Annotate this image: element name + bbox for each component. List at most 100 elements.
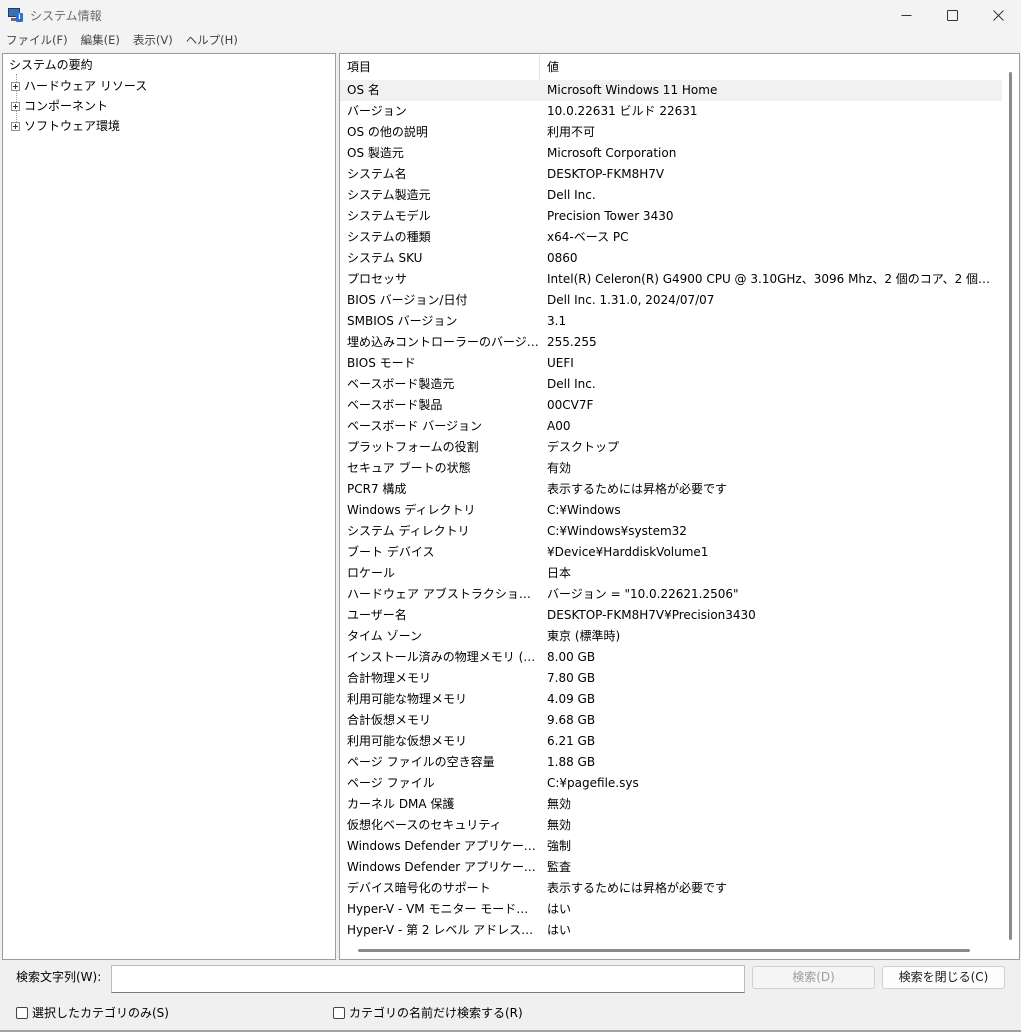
row-value: デスクトップ (547, 440, 620, 454)
row-value: 有効 (547, 461, 572, 475)
menu-file[interactable]: ファイル(F) (2, 31, 72, 49)
row-item: ページ ファイルの空き容量 (347, 755, 495, 769)
table-row[interactable]: 合計物理メモリ 7.80 GB (340, 668, 1002, 689)
expand-icon[interactable] (11, 101, 20, 111)
table-row[interactable]: ブート デバイス ¥Device¥HarddiskVolume1 (340, 542, 1002, 563)
expand-icon[interactable] (11, 121, 20, 131)
table-row[interactable]: カーネル DMA 保護 無効 (340, 794, 1002, 815)
row-value: Microsoft Windows 11 Home (547, 83, 718, 97)
scrollbar-thumb[interactable] (1009, 72, 1012, 940)
table-row[interactable]: Hyper-V - 第 2 レベル アドレス変... はい (340, 920, 1002, 941)
selected-category-only-checkbox[interactable] (16, 1006, 28, 1019)
menu-view[interactable]: 表示(V) (129, 31, 177, 49)
row-value: 1.88 GB (547, 755, 596, 769)
table-row[interactable]: ユーザー名 DESKTOP-FKM8H7V¥Precision3430 (340, 605, 1002, 626)
table-row[interactable]: セキュア ブートの状態 有効 (340, 458, 1002, 479)
table-row[interactable]: 埋め込みコントローラーのバージョン 255.255 (340, 332, 1002, 353)
table-row[interactable]: Hyper-V - VM モニター モード拡張... はい (340, 899, 1002, 920)
table-row[interactable]: ベースボード製品 00CV7F (340, 395, 1002, 416)
table-row[interactable]: プラットフォームの役割 デスクトップ (340, 437, 1002, 458)
minimize-button[interactable] (883, 0, 929, 30)
table-row[interactable]: バージョン 10.0.22631 ビルド 22631 (340, 101, 1002, 122)
row-item: インストール済みの物理メモリ (RAM) (347, 650, 540, 664)
row-item: Windows Defender アプリケーショ... (347, 860, 540, 874)
horizontal-scrollbar[interactable] (340, 942, 1003, 959)
table-row[interactable]: Windows Defender アプリケーショ... 監査 (340, 857, 1002, 878)
table-row[interactable]: システム名 DESKTOP-FKM8H7V (340, 164, 1002, 185)
row-value: 255.255 (547, 335, 597, 349)
tree-item-components[interactable]: コンポーネント (11, 98, 108, 114)
column-header-item[interactable]: 項目 (340, 54, 540, 80)
row-item: 仮想化ベースのセキュリティ (347, 818, 502, 832)
tree-item-system-summary[interactable]: システムの要約 (9, 57, 93, 73)
table-row[interactable]: システムの種類 x64-ベース PC (340, 227, 1002, 248)
column-header-value[interactable]: 値 (540, 54, 1000, 80)
table-row[interactable]: システムモデル Precision Tower 3430 (340, 206, 1002, 227)
table-row[interactable]: ロケール 日本 (340, 563, 1002, 584)
search-button[interactable]: 検索(D) (752, 966, 875, 989)
row-value: Dell Inc. (547, 188, 596, 202)
row-value: DESKTOP-FKM8H7V (547, 167, 665, 181)
row-value: A00 (547, 419, 571, 433)
details-list[interactable]: 項目 値 OS 名 Microsoft Windows 11 Home バージョン 1… (339, 53, 1020, 960)
row-item: OS の他の説明 (347, 125, 428, 139)
selected-category-only-option[interactable]: 選択したカテゴリのみ(S) (16, 1004, 169, 1021)
table-row[interactable]: インストール済みの物理メモリ (RAM) 8.00 GB (340, 647, 1002, 668)
row-value: C:¥Windows (547, 503, 621, 517)
table-row[interactable]: ベースボード バージョン A00 (340, 416, 1002, 437)
table-row[interactable]: ページ ファイル C:¥pagefile.sys (340, 773, 1002, 794)
table-row[interactable]: OS の他の説明 利用不可 (340, 122, 1002, 143)
table-row[interactable]: デバイス暗号化のサポート 表示するためには昇格が必要です (340, 878, 1002, 899)
row-value: C:¥Windows¥system32 (547, 524, 687, 538)
table-row[interactable]: ハードウェア アブストラクション レイヤーバージョン = "10.0.22621… (340, 584, 1002, 605)
search-input[interactable] (111, 965, 745, 993)
table-row[interactable]: システム ディレクトリ C:¥Windows¥system32 (340, 521, 1002, 542)
category-names-only-checkbox[interactable] (333, 1006, 345, 1019)
table-row[interactable]: SMBIOS バージョン 3.1 (340, 311, 1002, 332)
checkbox-label: カテゴリの名前だけ検索する(R) (349, 1006, 523, 1020)
row-item: システム SKU (347, 251, 423, 265)
table-row[interactable]: ベースボード製造元 Dell Inc. (340, 374, 1002, 395)
table-row[interactable]: OS 名 Microsoft Windows 11 Home (340, 80, 1002, 101)
row-item: ベースボード製造元 (347, 377, 455, 391)
row-item: システムの種類 (347, 230, 431, 244)
table-row[interactable]: BIOS バージョン/日付 Dell Inc. 1.31.0, 2024/07/0… (340, 290, 1002, 311)
table-row[interactable]: 利用可能な物理メモリ 4.09 GB (340, 689, 1002, 710)
row-item: ユーザー名 (347, 608, 407, 622)
table-row[interactable]: OS 製造元 Microsoft Corporation (340, 143, 1002, 164)
row-value: 表示するためには昇格が必要です (547, 482, 728, 496)
tree-item-hardware-resources[interactable]: ハードウェア リソース (11, 78, 147, 94)
table-row[interactable]: 利用可能な仮想メモリ 6.21 GB (340, 731, 1002, 752)
table-row[interactable]: ページ ファイルの空き容量 1.88 GB (340, 752, 1002, 773)
row-value: 6.21 GB (547, 734, 596, 748)
close-button[interactable] (975, 0, 1021, 30)
table-row[interactable]: システム SKU 0860 (340, 248, 1002, 269)
row-item: Windows ディレクトリ (347, 503, 476, 517)
table-row[interactable]: PCR7 構成 表示するためには昇格が必要です (340, 479, 1002, 500)
table-row[interactable]: タイム ゾーン 東京 (標準時) (340, 626, 1002, 647)
row-item: 利用可能な仮想メモリ (347, 734, 468, 748)
list-header: 項目 値 (340, 54, 1019, 80)
table-row[interactable]: 仮想化ベースのセキュリティ 無効 (340, 815, 1002, 836)
expand-icon[interactable] (11, 81, 20, 91)
row-value: 7.80 GB (547, 671, 596, 685)
vertical-scrollbar[interactable] (1002, 54, 1019, 959)
table-row[interactable]: BIOS モード UEFI (340, 353, 1002, 374)
row-value: Intel(R) Celeron(R) G4900 CPU @ 3.10GHz、… (547, 272, 1002, 286)
tree-item-software-environment[interactable]: ソフトウェア環境 (11, 118, 120, 134)
menu-edit[interactable]: 編集(E) (77, 31, 124, 49)
category-names-only-option[interactable]: カテゴリの名前だけ検索する(R) (333, 1004, 523, 1021)
maximize-button[interactable] (929, 0, 975, 30)
scrollbar-thumb[interactable] (358, 949, 970, 952)
table-row[interactable]: Windows Defender アプリケーショ... 強制 (340, 836, 1002, 857)
category-tree[interactable]: システムの要約 ハードウェア リソース コンポーネント ソフトウェア環境 (2, 53, 336, 960)
window-title: システム情報 (30, 8, 102, 23)
table-row[interactable]: Windows ディレクトリ C:¥Windows (340, 500, 1002, 521)
table-row[interactable]: システム製造元 Dell Inc. (340, 185, 1002, 206)
table-row[interactable]: プロセッサ Intel(R) Celeron(R) G4900 CPU @ 3.1… (340, 269, 1002, 290)
close-search-button[interactable]: 検索を閉じる(C) (882, 966, 1005, 989)
menu-help[interactable]: ヘルプ(H) (182, 31, 242, 49)
table-row[interactable]: 合計仮想メモリ 9.68 GB (340, 710, 1002, 731)
row-value: C:¥pagefile.sys (547, 776, 639, 790)
title-bar: i システム情報 (0, 0, 1021, 30)
